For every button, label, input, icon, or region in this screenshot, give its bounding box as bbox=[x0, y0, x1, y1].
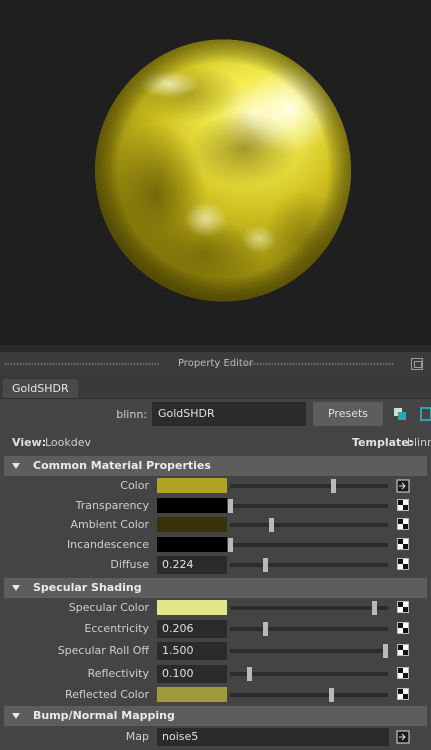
node-name-row: blinn: GoldSHDR Presets bbox=[0, 399, 431, 431]
attr-label: Transparency bbox=[75, 499, 149, 512]
view-label: View: bbox=[12, 436, 47, 449]
slider-handle[interactable] bbox=[382, 644, 388, 658]
section-common-material[interactable]: Common Material Properties bbox=[4, 456, 427, 476]
attr-label: Color bbox=[120, 479, 149, 492]
color-swatch[interactable] bbox=[157, 517, 227, 532]
property-editor-header: Property Editor bbox=[0, 352, 431, 376]
attr-label: Reflectivity bbox=[87, 667, 149, 680]
focus-output-icon[interactable] bbox=[419, 407, 431, 421]
slider-track[interactable] bbox=[230, 622, 388, 636]
bump-map-field[interactable]: noise5 bbox=[157, 728, 389, 746]
template-label: Template: bbox=[352, 436, 414, 449]
checker-texture-icon[interactable] bbox=[397, 644, 409, 656]
collapse-triangle-icon[interactable] bbox=[12, 713, 20, 719]
drag-grip-right[interactable] bbox=[244, 362, 394, 366]
slider-handle[interactable] bbox=[330, 479, 336, 493]
slider-track[interactable] bbox=[228, 499, 388, 513]
slider-track[interactable] bbox=[230, 667, 388, 681]
color-swatch[interactable] bbox=[157, 498, 227, 513]
slider-track[interactable] bbox=[228, 538, 388, 552]
node-type-label: blinn: bbox=[116, 408, 147, 421]
slider-track[interactable] bbox=[230, 479, 388, 493]
slider-track[interactable] bbox=[230, 688, 388, 702]
attr-label: Diffuse bbox=[110, 558, 149, 571]
collapse-triangle-icon[interactable] bbox=[12, 463, 20, 469]
presets-button[interactable]: Presets bbox=[313, 402, 383, 426]
roll-off-value-field[interactable]: 1.500 bbox=[157, 642, 227, 660]
attr-ambient-color: Ambient Color bbox=[0, 515, 431, 535]
attr-label: Specular Roll Off bbox=[57, 644, 149, 657]
view-template-row: View: Lookdev Template: blinn bbox=[0, 431, 431, 453]
checker-texture-icon[interactable] bbox=[397, 601, 409, 613]
section-specular-shading[interactable]: Specular Shading bbox=[4, 578, 427, 598]
slider-handle[interactable] bbox=[228, 499, 233, 513]
attr-reflected-color: Reflected Color bbox=[0, 685, 431, 705]
attr-label: Map bbox=[125, 730, 149, 743]
eccentricity-value-field[interactable]: 0.206 bbox=[157, 620, 227, 638]
color-swatch[interactable] bbox=[157, 478, 227, 493]
collapse-triangle-icon[interactable] bbox=[12, 585, 20, 591]
focus-input-icon[interactable] bbox=[394, 408, 406, 420]
attr-bump-map: Map noise5 bbox=[0, 727, 431, 747]
attr-diffuse: Diffuse 0.224 bbox=[0, 555, 431, 575]
attr-incandescence: Incandescence bbox=[0, 535, 431, 555]
attr-specular-roll-off: Specular Roll Off 1.500 bbox=[0, 641, 431, 661]
reflectivity-value-field[interactable]: 0.100 bbox=[157, 665, 227, 683]
slider-handle[interactable] bbox=[371, 601, 377, 615]
section-title: Common Material Properties bbox=[33, 459, 211, 472]
color-swatch[interactable] bbox=[157, 687, 227, 702]
section-bump-mapping[interactable]: Bump/Normal Mapping bbox=[4, 706, 427, 726]
attr-color: Color bbox=[0, 476, 431, 496]
slider-track[interactable] bbox=[230, 518, 388, 532]
checker-texture-icon[interactable] bbox=[397, 538, 409, 550]
attr-label: Ambient Color bbox=[70, 518, 149, 531]
checker-texture-icon[interactable] bbox=[397, 558, 409, 570]
slider-handle[interactable] bbox=[262, 622, 268, 636]
attr-label: Reflected Color bbox=[65, 688, 149, 701]
checker-texture-icon[interactable] bbox=[397, 667, 409, 679]
render-viewport[interactable] bbox=[0, 0, 431, 345]
attr-label: Eccentricity bbox=[84, 622, 149, 635]
slider-track[interactable] bbox=[230, 644, 388, 658]
node-tab-bar: GoldSHDR bbox=[0, 376, 431, 399]
checker-texture-icon[interactable] bbox=[397, 622, 409, 634]
attr-specular-color: Specular Color bbox=[0, 598, 431, 618]
attr-label: Specular Color bbox=[68, 601, 149, 614]
tab-goldshdr[interactable]: GoldSHDR bbox=[3, 379, 78, 398]
panel-divider[interactable] bbox=[0, 345, 431, 352]
slider-handle[interactable] bbox=[246, 667, 252, 681]
section-title: Bump/Normal Mapping bbox=[33, 709, 175, 722]
node-name-field[interactable]: GoldSHDR bbox=[152, 402, 306, 426]
slider-handle[interactable] bbox=[329, 688, 335, 702]
float-window-icon[interactable] bbox=[411, 358, 423, 370]
template-value[interactable]: blinn bbox=[407, 436, 431, 449]
gold-sphere-preview bbox=[94, 39, 352, 302]
checker-texture-icon[interactable] bbox=[397, 499, 409, 511]
color-swatch[interactable] bbox=[157, 537, 227, 552]
slider-track[interactable] bbox=[230, 558, 388, 572]
section-title: Specular Shading bbox=[33, 581, 142, 594]
map-input-icon[interactable] bbox=[396, 730, 410, 744]
map-input-icon[interactable] bbox=[396, 479, 410, 493]
slider-handle[interactable] bbox=[269, 518, 275, 532]
slider-handle[interactable] bbox=[263, 558, 269, 572]
attr-label: Incandescence bbox=[66, 538, 149, 551]
attr-reflectivity: Reflectivity 0.100 bbox=[0, 664, 431, 684]
checker-texture-icon[interactable] bbox=[397, 688, 409, 700]
attr-eccentricity: Eccentricity 0.206 bbox=[0, 619, 431, 639]
attr-transparency: Transparency bbox=[0, 496, 431, 516]
diffuse-value-field[interactable]: 0.224 bbox=[157, 556, 227, 574]
checker-texture-icon[interactable] bbox=[397, 518, 409, 530]
color-swatch[interactable] bbox=[157, 600, 227, 615]
slider-handle[interactable] bbox=[228, 538, 233, 552]
slider-track[interactable] bbox=[230, 601, 388, 615]
view-value[interactable]: Lookdev bbox=[45, 436, 91, 449]
